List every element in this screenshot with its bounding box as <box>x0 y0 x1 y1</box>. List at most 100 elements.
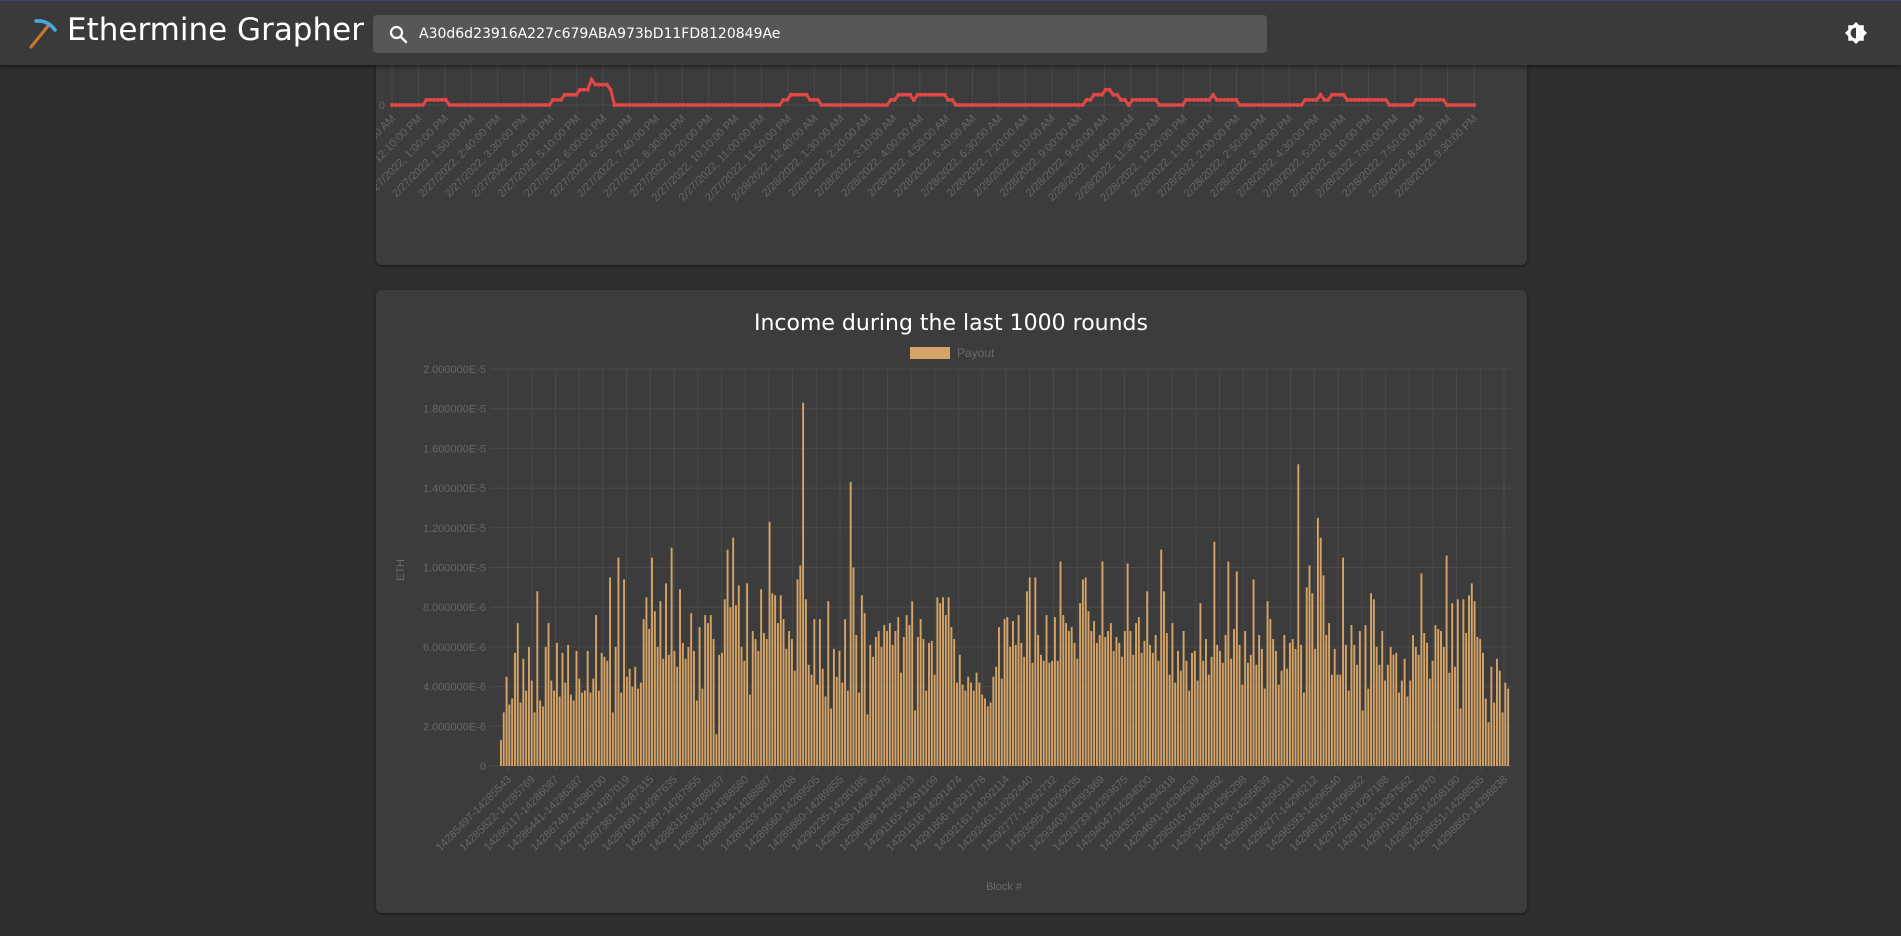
payout-bar[interactable] <box>539 700 542 767</box>
payout-bar[interactable] <box>1140 652 1143 766</box>
payout-bar[interactable] <box>662 658 665 766</box>
payout-bar[interactable] <box>1073 642 1076 766</box>
payout-bar[interactable] <box>527 646 530 766</box>
wallet-search-input[interactable] <box>419 15 1249 53</box>
payout-bar[interactable] <box>732 537 735 766</box>
payout-bar[interactable] <box>1395 652 1398 766</box>
payout-bar[interactable] <box>1081 579 1084 766</box>
payout-bar[interactable] <box>995 666 998 767</box>
payout-bar[interactable] <box>681 642 684 766</box>
payout-bar[interactable] <box>832 648 835 766</box>
payout-bar[interactable] <box>782 619 785 766</box>
payout-bar[interactable] <box>880 646 883 766</box>
payout-bar[interactable] <box>637 688 639 766</box>
payout-bar[interactable] <box>835 676 838 766</box>
payout-bar[interactable] <box>715 734 718 766</box>
payout-bar[interactable] <box>695 700 698 767</box>
payout-bar[interactable] <box>1300 644 1303 766</box>
payout-bar[interactable] <box>967 676 970 766</box>
payout-bar[interactable] <box>1269 619 1272 766</box>
payout-bar[interactable] <box>735 605 737 766</box>
payout-bar[interactable] <box>1258 635 1261 766</box>
payout-bar[interactable] <box>1501 712 1504 766</box>
payout-bar[interactable] <box>1342 557 1345 766</box>
payout-bar[interactable] <box>1392 654 1395 766</box>
payout-bar[interactable] <box>1347 690 1350 766</box>
payout-bar[interactable] <box>1098 635 1101 766</box>
payout-bar[interactable] <box>679 589 681 766</box>
payout-bar[interactable] <box>1160 549 1163 766</box>
payout-bar[interactable] <box>827 601 830 766</box>
payout-bar[interactable] <box>505 676 508 766</box>
payout-bar[interactable] <box>908 625 911 766</box>
payout-bar[interactable] <box>1412 635 1414 766</box>
payout-bar[interactable] <box>578 678 581 766</box>
payout-bar[interactable] <box>558 696 561 767</box>
payout-bar[interactable] <box>1434 625 1437 766</box>
payout-bar[interactable] <box>1507 688 1510 766</box>
payout-bar[interactable] <box>863 613 866 766</box>
payout-bar[interactable] <box>723 599 726 766</box>
payout-bar[interactable] <box>779 595 782 766</box>
payout-bar[interactable] <box>891 644 894 766</box>
payout-bar[interactable] <box>1456 599 1459 766</box>
payout-bar[interactable] <box>707 623 709 766</box>
payout-bar[interactable] <box>925 690 928 766</box>
payout-bar[interactable] <box>1378 664 1381 766</box>
payout-bar[interactable] <box>533 712 536 766</box>
payout-bar[interactable] <box>1297 464 1300 766</box>
payout-bar[interactable] <box>774 595 777 766</box>
payout-bar[interactable] <box>1006 617 1009 766</box>
payout-bar[interactable] <box>768 521 771 766</box>
payout-bar[interactable] <box>634 666 637 767</box>
payout-bar[interactable] <box>525 690 528 766</box>
payout-bar[interactable] <box>849 482 852 766</box>
payout-bar[interactable] <box>900 672 902 766</box>
payout-bar[interactable] <box>519 702 522 767</box>
payout-bar[interactable] <box>1361 710 1364 766</box>
payout-bar[interactable] <box>648 629 651 766</box>
payout-bar[interactable] <box>776 623 779 766</box>
payout-bar[interactable] <box>1126 563 1129 767</box>
payout-bar[interactable] <box>575 650 578 766</box>
payout-bar[interactable] <box>701 688 704 766</box>
payout-bar[interactable] <box>869 644 872 766</box>
payout-bar[interactable] <box>1020 642 1023 766</box>
payout-bar[interactable] <box>844 619 847 766</box>
payout-bar[interactable] <box>1386 664 1389 766</box>
payout-bar[interactable] <box>1328 623 1331 766</box>
payout-bar[interactable] <box>628 668 631 766</box>
payout-bar[interactable] <box>1322 575 1325 766</box>
payout-bar[interactable] <box>704 615 707 766</box>
payout-bar[interactable] <box>838 650 841 766</box>
payout-bar[interactable] <box>1375 646 1378 766</box>
payout-bar[interactable] <box>597 690 600 766</box>
payout-bar[interactable] <box>1462 599 1465 766</box>
payout-bar[interactable] <box>625 676 628 766</box>
payout-bar[interactable] <box>1118 642 1121 766</box>
payout-bar[interactable] <box>1344 644 1347 766</box>
payout-bar[interactable] <box>1137 617 1140 766</box>
payout-bar[interactable] <box>1451 603 1454 766</box>
payout-bar[interactable] <box>592 678 595 766</box>
payout-bar[interactable] <box>1308 565 1311 767</box>
payout-bar[interactable] <box>1288 642 1291 766</box>
payout-bar[interactable] <box>1104 637 1107 766</box>
payout-bar[interactable] <box>1493 702 1496 767</box>
payout-bar[interactable] <box>1146 591 1149 766</box>
payout-bar[interactable] <box>824 696 827 767</box>
payout-bar[interactable] <box>1121 656 1124 766</box>
payout-bar[interactable] <box>516 623 519 766</box>
payout-bar[interactable] <box>911 601 914 766</box>
payout-bar[interactable] <box>611 712 614 766</box>
payout-bar[interactable] <box>690 613 693 766</box>
payout-bar[interactable] <box>1065 623 1068 766</box>
payout-bar[interactable] <box>1202 660 1205 766</box>
payout-bar[interactable] <box>1255 664 1258 766</box>
payout-bar[interactable] <box>1364 625 1367 766</box>
payout-bar[interactable] <box>1059 561 1062 767</box>
payout-bar[interactable] <box>1263 688 1266 766</box>
payout-bar[interactable] <box>788 631 791 766</box>
theme-toggle-button[interactable] <box>1845 22 1867 44</box>
payout-bar[interactable] <box>942 597 944 766</box>
